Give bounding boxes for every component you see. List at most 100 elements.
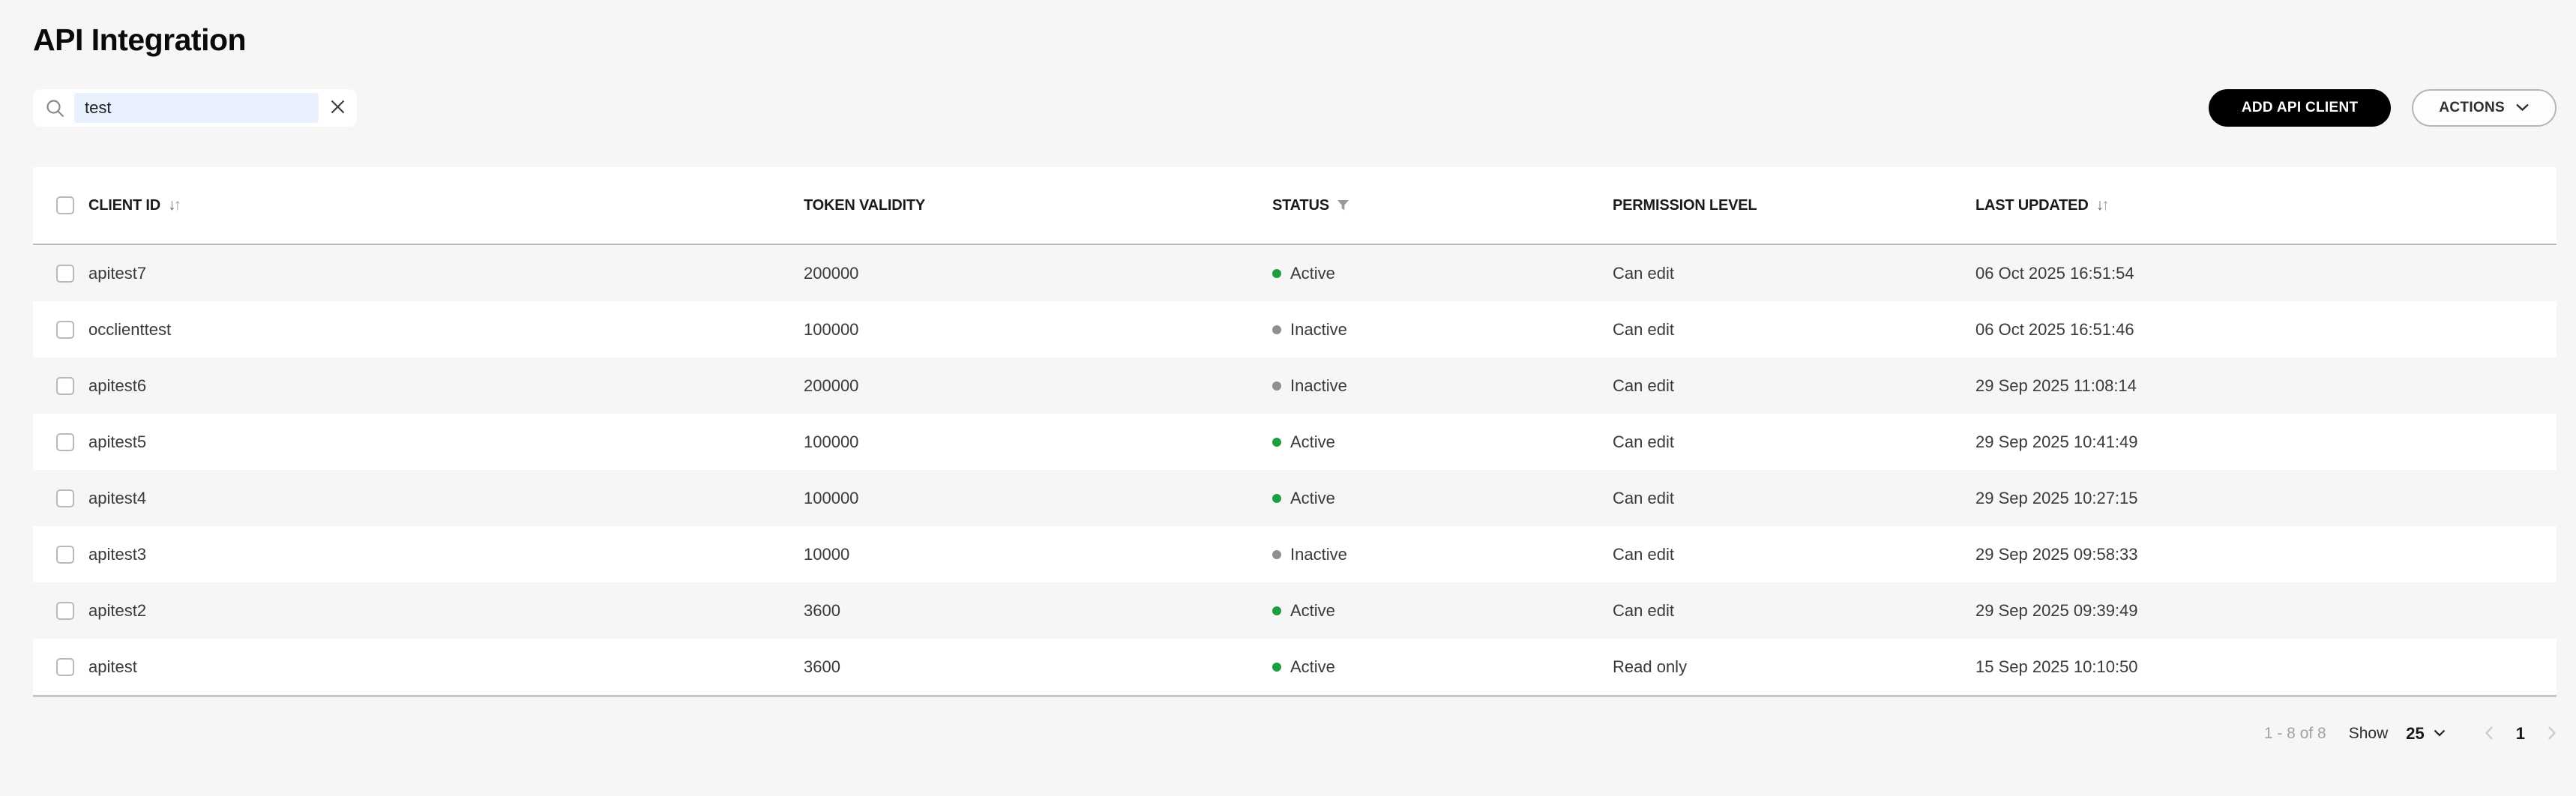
- column-label-client-id: CLIENT ID: [88, 197, 160, 214]
- cell-status: Inactive: [1272, 545, 1613, 564]
- cell-status: Active: [1272, 601, 1613, 621]
- table-body: apitest7 200000 Active Can edit 06 Oct 2…: [33, 245, 2557, 695]
- column-label-token-validity: TOKEN VALIDITY: [804, 197, 925, 214]
- row-cell-checkbox: [33, 321, 88, 339]
- status-label: Active: [1290, 657, 1335, 677]
- chevron-down-icon: [2434, 727, 2446, 741]
- row-checkbox[interactable]: [56, 602, 74, 620]
- table-header: CLIENT ID ↓↑ TOKEN VALIDITY STATUS PERMI…: [33, 167, 2557, 245]
- row-cell-checkbox: [33, 265, 88, 283]
- pagination-nav: 1: [2485, 724, 2557, 744]
- toolbar-buttons: ADD API CLIENT ACTIONS: [2209, 89, 2557, 127]
- current-page-number[interactable]: 1: [2516, 724, 2525, 744]
- page-size-select[interactable]: 25: [2406, 724, 2445, 744]
- table-row[interactable]: occlienttest 100000 Inactive Can edit 06…: [33, 301, 2557, 358]
- cell-last-updated: 29 Sep 2025 09:39:49: [1975, 601, 2557, 621]
- cell-status: Active: [1272, 489, 1613, 508]
- filter-icon-status[interactable]: [1337, 199, 1349, 212]
- row-checkbox[interactable]: [56, 489, 74, 507]
- cell-token-validity: 200000: [804, 376, 1272, 396]
- table-row[interactable]: apitest 3600 Active Read only 15 Sep 202…: [33, 639, 2557, 695]
- cell-token-validity: 100000: [804, 432, 1272, 452]
- cell-permission-level: Can edit: [1613, 601, 1975, 621]
- search-box: [33, 89, 357, 127]
- table-row[interactable]: apitest5 100000 Active Can edit 29 Sep 2…: [33, 414, 2557, 470]
- header-cell-client-id: CLIENT ID ↓↑: [88, 196, 804, 214]
- row-checkbox[interactable]: [56, 265, 74, 283]
- cell-last-updated: 29 Sep 2025 10:27:15: [1975, 489, 2557, 508]
- row-cell-checkbox: [33, 546, 88, 564]
- cell-status: Inactive: [1272, 376, 1613, 396]
- sort-icon-client-id[interactable]: ↓↑: [168, 196, 179, 214]
- row-checkbox[interactable]: [56, 377, 74, 395]
- status-label: Active: [1290, 489, 1335, 508]
- cell-client-id: apitest7: [88, 264, 804, 283]
- cell-last-updated: 29 Sep 2025 10:41:49: [1975, 432, 2557, 452]
- sort-icon-last-updated[interactable]: ↓↑: [2096, 196, 2107, 214]
- row-cell-checkbox: [33, 602, 88, 620]
- cell-permission-level: Can edit: [1613, 545, 1975, 564]
- cell-client-id: apitest2: [88, 601, 804, 621]
- status-dot: [1272, 550, 1281, 559]
- row-cell-checkbox: [33, 489, 88, 507]
- row-cell-checkbox: [33, 377, 88, 395]
- actions-button-label: ACTIONS: [2439, 100, 2505, 116]
- cell-permission-level: Can edit: [1613, 264, 1975, 283]
- select-all-checkbox[interactable]: [56, 196, 74, 214]
- row-checkbox[interactable]: [56, 546, 74, 564]
- header-cell-checkbox: [33, 196, 88, 214]
- table-row[interactable]: apitest6 200000 Inactive Can edit 29 Sep…: [33, 358, 2557, 414]
- cell-client-id: apitest5: [88, 432, 804, 452]
- status-dot: [1272, 325, 1281, 334]
- close-icon: [329, 98, 346, 118]
- cell-permission-level: Can edit: [1613, 376, 1975, 396]
- actions-button[interactable]: ACTIONS: [2412, 89, 2557, 127]
- cell-last-updated: 29 Sep 2025 09:58:33: [1975, 545, 2557, 564]
- add-api-client-button[interactable]: ADD API CLIENT: [2209, 89, 2392, 127]
- cell-status: Inactive: [1272, 320, 1613, 340]
- row-checkbox[interactable]: [56, 433, 74, 451]
- cell-permission-level: Can edit: [1613, 320, 1975, 340]
- search-input[interactable]: [74, 93, 319, 123]
- api-integration-page: API Integration ADD API CLIENT: [0, 22, 2576, 753]
- header-cell-status: STATUS: [1272, 197, 1613, 214]
- cell-status: Active: [1272, 264, 1613, 283]
- cell-token-validity: 100000: [804, 320, 1272, 340]
- pagination-range: 1 - 8 of 8: [2264, 725, 2326, 743]
- cell-last-updated: 06 Oct 2025 16:51:46: [1975, 320, 2557, 340]
- cell-token-validity: 100000: [804, 489, 1272, 508]
- cell-last-updated: 29 Sep 2025 11:08:14: [1975, 376, 2557, 396]
- column-label-permission-level: PERMISSION LEVEL: [1613, 197, 1757, 214]
- cell-token-validity: 200000: [804, 264, 1272, 283]
- api-clients-table: CLIENT ID ↓↑ TOKEN VALIDITY STATUS PERMI…: [33, 167, 2557, 697]
- table-row[interactable]: apitest7 200000 Active Can edit 06 Oct 2…: [33, 245, 2557, 301]
- status-dot: [1272, 438, 1281, 447]
- next-page-button[interactable]: [2548, 726, 2557, 743]
- cell-last-updated: 06 Oct 2025 16:51:54: [1975, 264, 2557, 283]
- cell-client-id: apitest: [88, 657, 804, 677]
- cell-permission-level: Can edit: [1613, 432, 1975, 452]
- cell-token-validity: 3600: [804, 657, 1272, 677]
- previous-page-button[interactable]: [2485, 726, 2494, 743]
- status-label: Inactive: [1290, 545, 1347, 564]
- clear-search-button[interactable]: [329, 98, 346, 118]
- table-row[interactable]: apitest2 3600 Active Can edit 29 Sep 202…: [33, 582, 2557, 639]
- status-label: Active: [1290, 432, 1335, 452]
- cell-status: Active: [1272, 657, 1613, 677]
- table-row[interactable]: apitest4 100000 Active Can edit 29 Sep 2…: [33, 470, 2557, 526]
- cell-client-id: apitest4: [88, 489, 804, 508]
- status-dot: [1272, 606, 1281, 615]
- table-row[interactable]: apitest3 10000 Inactive Can edit 29 Sep …: [33, 526, 2557, 582]
- status-label: Inactive: [1290, 320, 1347, 340]
- cell-client-id: apitest3: [88, 545, 804, 564]
- search-icon: [45, 98, 65, 118]
- column-label-last-updated: LAST UPDATED: [1975, 197, 2089, 214]
- row-checkbox[interactable]: [56, 658, 74, 676]
- chevron-down-icon: [2515, 100, 2530, 116]
- cell-token-validity: 10000: [804, 545, 1272, 564]
- status-label: Active: [1290, 264, 1335, 283]
- row-checkbox[interactable]: [56, 321, 74, 339]
- toolbar: ADD API CLIENT ACTIONS: [33, 89, 2557, 127]
- status-label: Active: [1290, 601, 1335, 621]
- status-dot: [1272, 663, 1281, 672]
